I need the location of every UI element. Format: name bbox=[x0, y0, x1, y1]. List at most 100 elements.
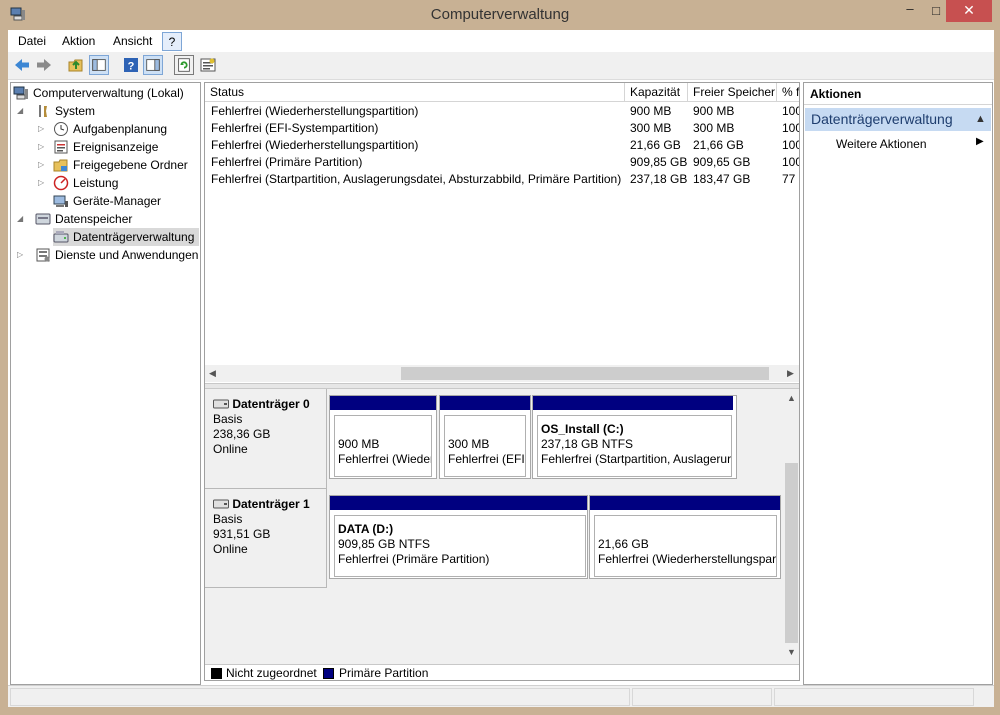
disk-vertical-scrollbar[interactable]: ▲ ▼ bbox=[783, 389, 799, 662]
partition[interactable]: 21,66 GB Fehlerfrei (Wiederherstellungsp… bbox=[589, 495, 781, 579]
partition-body: 900 MB Fehlerfrei (Wieder bbox=[334, 415, 432, 477]
volume-status[interactable]: Fehlerfrei (Wiederherstellungspartition) bbox=[211, 137, 623, 154]
volume-capacity: 909,85 GB bbox=[630, 155, 688, 169]
more-actions-label: Weitere Aktionen bbox=[836, 137, 927, 151]
actions-pane: Aktionen Datenträgerverwaltung ▲ Weitere… bbox=[803, 82, 993, 685]
partition-status: Fehlerfrei (Wiederherstellungspar bbox=[598, 552, 777, 566]
volume-list-header: Status Kapazität Freier Speicher % f bbox=[205, 83, 799, 102]
volume-status[interactable]: Fehlerfrei (Startpartition, Auslagerungs… bbox=[211, 171, 623, 188]
partition-size: 900 MB bbox=[338, 437, 380, 451]
menu-datei[interactable]: Datei bbox=[14, 32, 50, 51]
partition-size: 21,66 GB bbox=[598, 537, 649, 551]
disk-0-info[interactable]: Datenträger 0 Basis 238,36 GB Online bbox=[205, 389, 327, 489]
partition-body: 300 MB Fehlerfrei (EFI- bbox=[444, 415, 526, 477]
legend-swatch-unallocated bbox=[211, 668, 222, 679]
partition-size: 909,85 GB NTFS bbox=[338, 537, 431, 551]
volume-pct: 100 bbox=[782, 104, 799, 118]
menu-aktion[interactable]: Aktion bbox=[58, 32, 99, 51]
partition-size: 300 MB bbox=[448, 437, 490, 451]
tree-label: Geräte-Manager bbox=[73, 194, 162, 208]
show-hide-action-pane-icon[interactable] bbox=[143, 55, 163, 75]
status-cell-2 bbox=[632, 688, 772, 706]
primary-partition-bar bbox=[440, 396, 530, 410]
help-icon[interactable]: ? bbox=[121, 55, 141, 75]
computer-management-icon bbox=[13, 86, 28, 100]
disk-graphical-view: Datenträger 0 Basis 238,36 GB Online 900… bbox=[205, 389, 799, 664]
services-icon bbox=[36, 248, 50, 262]
column-capacity[interactable]: Kapazität bbox=[625, 83, 688, 102]
performance-icon bbox=[53, 175, 69, 191]
scrollbar-thumb[interactable] bbox=[785, 463, 798, 643]
collapse-triangle-icon[interactable]: ▲ bbox=[975, 108, 986, 131]
partition[interactable]: 900 MB Fehlerfrei (Wieder bbox=[329, 395, 437, 479]
forward-arrow-icon[interactable] bbox=[34, 55, 54, 75]
tree-label: Dienste und Anwendungen bbox=[55, 248, 199, 262]
collapsed-triangle-icon[interactable]: ▷ bbox=[38, 156, 44, 174]
partition-status: Fehlerfrei (Wieder bbox=[338, 452, 432, 466]
tree-label: Leistung bbox=[73, 176, 119, 190]
actions-header: Aktionen bbox=[804, 83, 992, 105]
scroll-down-icon[interactable]: ▼ bbox=[787, 647, 796, 657]
scroll-right-icon[interactable]: ▶ bbox=[787, 368, 794, 379]
disk-management-pane: Status Kapazität Freier Speicher % f Feh… bbox=[204, 82, 800, 681]
tree-item-datentraegerverwaltung[interactable]: Datenträgerverwaltung bbox=[53, 228, 199, 246]
scroll-left-icon[interactable]: ◀ bbox=[209, 368, 216, 379]
expanded-triangle-icon[interactable]: ◢ bbox=[17, 210, 23, 228]
volume-free: 183,47 GB bbox=[693, 172, 751, 186]
close-button[interactable]: ✕ bbox=[946, 0, 992, 22]
partition-body: DATA (D:) 909,85 GB NTFS Fehlerfrei (Pri… bbox=[334, 515, 586, 577]
tree-label: System bbox=[55, 104, 96, 118]
refresh-icon[interactable] bbox=[174, 55, 194, 75]
properties-icon[interactable] bbox=[198, 55, 218, 75]
collapsed-triangle-icon[interactable]: ▷ bbox=[17, 246, 23, 264]
volume-status[interactable]: Fehlerfrei (Primäre Partition) bbox=[211, 154, 623, 171]
menu-help[interactable]: ? bbox=[162, 32, 182, 51]
column-status[interactable]: Status bbox=[205, 83, 625, 102]
disk-name: Datenträger 0 bbox=[213, 397, 326, 412]
expanded-triangle-icon[interactable]: ◢ bbox=[17, 102, 23, 120]
partition[interactable]: 300 MB Fehlerfrei (EFI- bbox=[439, 395, 531, 479]
volume-status[interactable]: Fehlerfrei (Wiederherstellungspartition) bbox=[211, 103, 623, 120]
primary-partition-bar bbox=[330, 496, 587, 510]
volume-capacity: 900 MB bbox=[630, 104, 672, 118]
disk-drive-icon bbox=[213, 399, 229, 409]
collapsed-triangle-icon[interactable]: ▷ bbox=[38, 120, 44, 138]
status-cell-3 bbox=[774, 688, 974, 706]
scrollbar-thumb[interactable] bbox=[401, 367, 769, 380]
actions-section-title[interactable]: Datenträgerverwaltung ▲ bbox=[805, 108, 991, 131]
disk-management-icon bbox=[53, 231, 69, 243]
volume-capacity: 300 MB bbox=[630, 121, 672, 135]
primary-partition-bar bbox=[533, 396, 733, 410]
volume-pct: 100 bbox=[782, 121, 799, 135]
disk-size: 238,36 GB bbox=[213, 427, 271, 441]
tree-label: Aufgabenplanung bbox=[73, 122, 168, 136]
svg-text:?: ? bbox=[128, 61, 135, 73]
volume-horizontal-scrollbar[interactable]: ◀ ▶ bbox=[205, 365, 799, 382]
tree-label: Datenspeicher bbox=[55, 212, 133, 226]
collapsed-triangle-icon[interactable]: ▷ bbox=[38, 174, 44, 192]
show-hide-tree-icon[interactable] bbox=[89, 55, 109, 75]
back-arrow-icon[interactable] bbox=[12, 55, 32, 75]
partition-body: 21,66 GB Fehlerfrei (Wiederherstellungsp… bbox=[594, 515, 777, 577]
volume-free: 21,66 GB bbox=[693, 138, 744, 152]
partition-size: 237,18 GB NTFS bbox=[541, 437, 634, 451]
partition[interactable]: DATA (D:) 909,85 GB NTFS Fehlerfrei (Pri… bbox=[329, 495, 588, 579]
up-folder-icon[interactable] bbox=[66, 55, 86, 75]
volume-pct: 100 bbox=[782, 138, 799, 152]
menu-bar: Datei Aktion Ansicht ? bbox=[8, 30, 994, 52]
volume-status[interactable]: Fehlerfrei (EFI-Systempartition) bbox=[211, 120, 623, 137]
more-actions-item[interactable]: Weitere Aktionen bbox=[836, 135, 927, 153]
partition[interactable]: OS_Install (C:) 237,18 GB NTFS Fehlerfre… bbox=[532, 395, 737, 479]
scroll-up-icon[interactable]: ▲ bbox=[787, 393, 796, 403]
collapsed-triangle-icon[interactable]: ▷ bbox=[38, 138, 44, 156]
partition-status: Fehlerfrei (Startpartition, Auslagerur bbox=[541, 452, 732, 466]
submenu-arrow-icon: ▶ bbox=[976, 136, 984, 147]
primary-partition-bar bbox=[330, 396, 436, 410]
partition-label: DATA (D:) bbox=[338, 522, 394, 536]
menu-ansicht[interactable]: Ansicht bbox=[109, 32, 156, 51]
column-free-space[interactable]: Freier Speicher bbox=[688, 83, 777, 102]
disk-1-info[interactable]: Datenträger 1 Basis 931,51 GB Online bbox=[205, 489, 327, 588]
partition-body: OS_Install (C:) 237,18 GB NTFS Fehlerfre… bbox=[537, 415, 732, 477]
column-percent-free[interactable]: % f bbox=[777, 83, 799, 102]
tree-label: Datenträgerverwaltung bbox=[73, 230, 195, 244]
